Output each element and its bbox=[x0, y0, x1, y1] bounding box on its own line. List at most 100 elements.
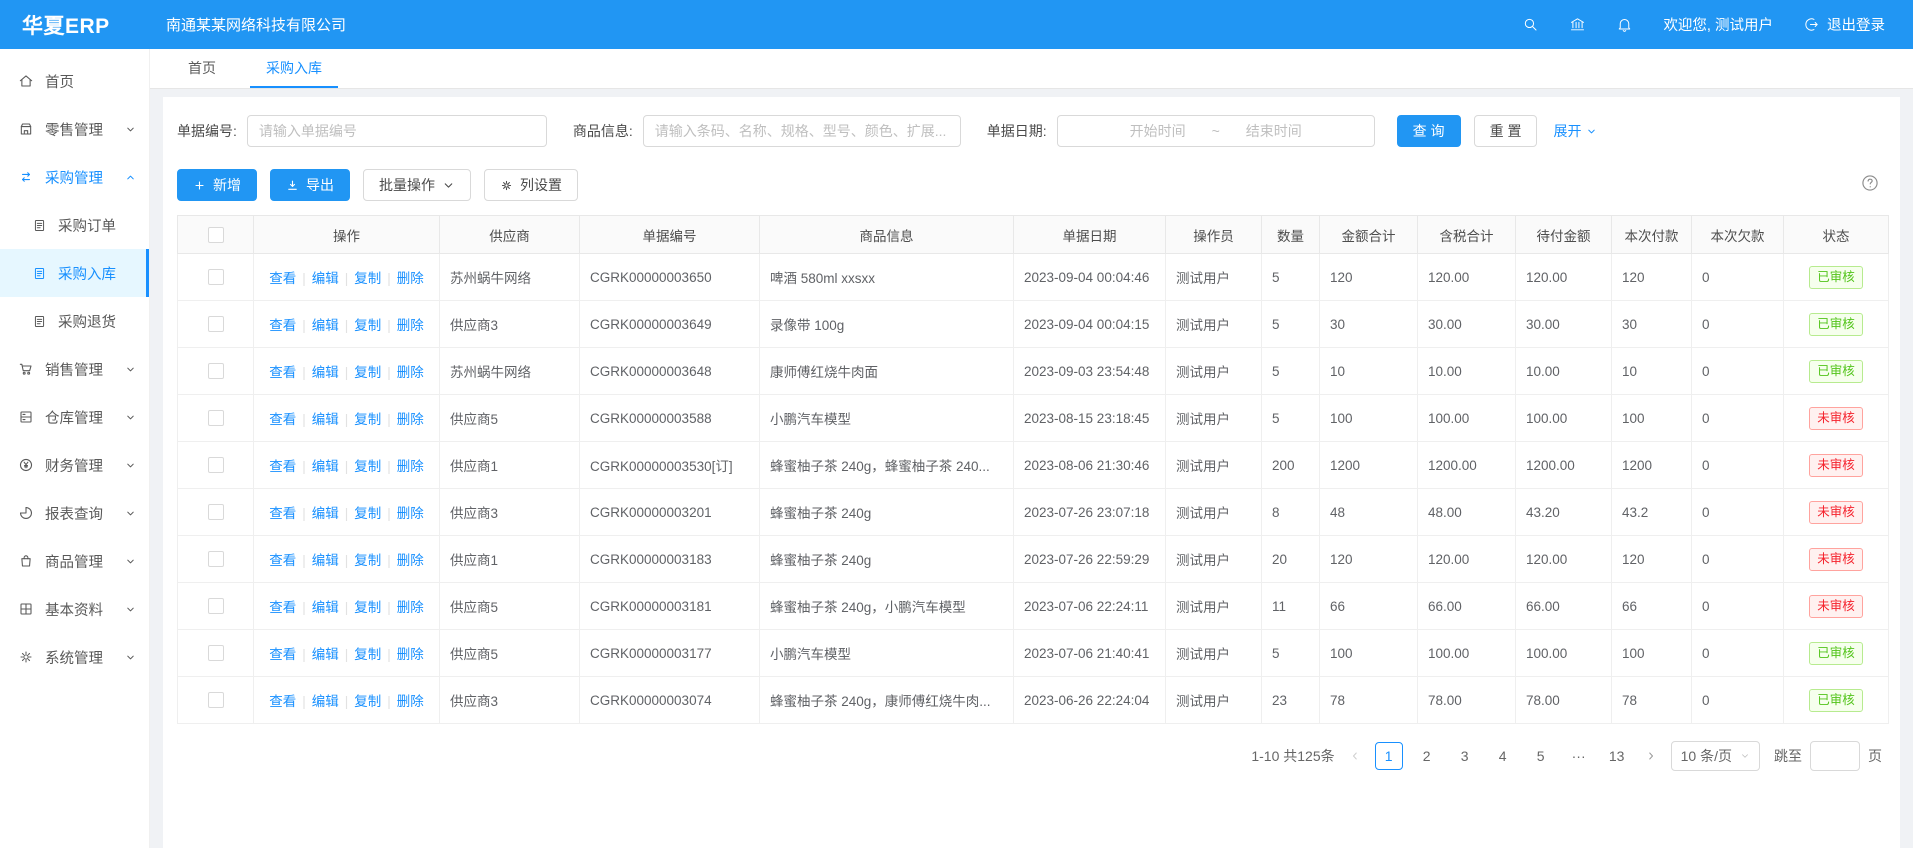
sidebar-item-retail[interactable]: 零售管理 bbox=[0, 105, 149, 153]
row-action-copy[interactable]: 复制 bbox=[354, 412, 381, 427]
bell-icon[interactable] bbox=[1616, 16, 1633, 33]
row-action-edit[interactable]: 编辑 bbox=[312, 459, 339, 474]
jump-page-input[interactable] bbox=[1810, 741, 1860, 771]
row-action-copy[interactable]: 复制 bbox=[354, 506, 381, 521]
page-number-2[interactable]: 2 bbox=[1413, 742, 1441, 770]
row-action-copy[interactable]: 复制 bbox=[354, 647, 381, 662]
page-ellipsis[interactable]: ··· bbox=[1565, 742, 1593, 770]
row-action-edit[interactable]: 编辑 bbox=[312, 694, 339, 709]
row-action-copy[interactable]: 复制 bbox=[354, 318, 381, 333]
row-action-view[interactable]: 查看 bbox=[269, 412, 296, 427]
table-row: 查看|编辑|复制|删除 供应商1 CGRK00000003530[订] 蜂蜜柚子… bbox=[178, 442, 1889, 489]
qty-cell: 11 bbox=[1262, 583, 1320, 630]
row-action-delete[interactable]: 删除 bbox=[397, 553, 424, 568]
row-action-view[interactable]: 查看 bbox=[269, 318, 296, 333]
row-action-view[interactable]: 查看 bbox=[269, 271, 296, 286]
row-action-view[interactable]: 查看 bbox=[269, 600, 296, 615]
row-action-delete[interactable]: 删除 bbox=[397, 318, 424, 333]
toolbar: 新增 导出 批量操作 列设置 bbox=[177, 169, 1886, 201]
row-action-delete[interactable]: 删除 bbox=[397, 271, 424, 286]
row-action-copy[interactable]: 复制 bbox=[354, 365, 381, 380]
row-action-edit[interactable]: 编辑 bbox=[312, 647, 339, 662]
sidebar-item-purchase-inbound[interactable]: 采购入库 bbox=[0, 249, 149, 297]
batch-actions-button[interactable]: 批量操作 bbox=[363, 169, 471, 201]
tab-purchase-inbound[interactable]: 采购入库 bbox=[250, 49, 338, 88]
row-checkbox[interactable] bbox=[208, 504, 224, 520]
sidebar-item-warehouse[interactable]: 仓库管理 bbox=[0, 393, 149, 441]
row-action-edit[interactable]: 编辑 bbox=[312, 271, 339, 286]
row-action-copy[interactable]: 复制 bbox=[354, 694, 381, 709]
page-number-1[interactable]: 1 bbox=[1375, 742, 1403, 770]
product-cell: 小鹏汽车模型 bbox=[760, 395, 1014, 442]
row-action-edit[interactable]: 编辑 bbox=[312, 412, 339, 427]
row-checkbox[interactable] bbox=[208, 551, 224, 567]
sidebar-item-purchase[interactable]: 采购管理 bbox=[0, 153, 149, 201]
next-page-button[interactable] bbox=[1645, 750, 1657, 762]
row-action-delete[interactable]: 删除 bbox=[397, 459, 424, 474]
page-number-5[interactable]: 5 bbox=[1527, 742, 1555, 770]
row-action-view[interactable]: 查看 bbox=[269, 647, 296, 662]
row-checkbox[interactable] bbox=[208, 410, 224, 426]
page-number-4[interactable]: 4 bbox=[1489, 742, 1517, 770]
row-action-delete[interactable]: 删除 bbox=[397, 365, 424, 380]
row-checkbox[interactable] bbox=[208, 692, 224, 708]
tab-home[interactable]: 首页 bbox=[172, 49, 232, 88]
row-action-edit[interactable]: 编辑 bbox=[312, 553, 339, 568]
row-action-edit[interactable]: 编辑 bbox=[312, 506, 339, 521]
row-action-copy[interactable]: 复制 bbox=[354, 271, 381, 286]
row-action-edit[interactable]: 编辑 bbox=[312, 365, 339, 380]
sidebar-item-purchase-return[interactable]: 采购退货 bbox=[0, 297, 149, 345]
row-checkbox[interactable] bbox=[208, 457, 224, 473]
page-number-13[interactable]: 13 bbox=[1603, 742, 1631, 770]
select-all-checkbox[interactable] bbox=[208, 227, 224, 243]
row-actions-cell: 查看|编辑|复制|删除 bbox=[254, 395, 440, 442]
sidebar-item-basic[interactable]: 基本资料 bbox=[0, 585, 149, 633]
row-checkbox[interactable] bbox=[208, 316, 224, 332]
bank-icon[interactable] bbox=[1569, 16, 1586, 33]
row-checkbox[interactable] bbox=[208, 269, 224, 285]
product-info-input[interactable] bbox=[643, 115, 961, 147]
row-action-view[interactable]: 查看 bbox=[269, 694, 296, 709]
row-action-copy[interactable]: 复制 bbox=[354, 600, 381, 615]
reset-button[interactable]: 重 置 bbox=[1474, 115, 1538, 147]
sidebar-item-home[interactable]: 首页 bbox=[0, 57, 149, 105]
logout-button[interactable]: 退出登录 bbox=[1803, 14, 1885, 35]
row-checkbox[interactable] bbox=[208, 363, 224, 379]
expand-link[interactable]: 展开 bbox=[1553, 121, 1597, 141]
sidebar-item-system[interactable]: 系统管理 bbox=[0, 633, 149, 681]
sidebar-item-purchase-order[interactable]: 采购订单 bbox=[0, 201, 149, 249]
row-action-copy[interactable]: 复制 bbox=[354, 459, 381, 474]
help-icon[interactable] bbox=[1860, 173, 1880, 193]
row-action-delete[interactable]: 删除 bbox=[397, 412, 424, 427]
row-action-view[interactable]: 查看 bbox=[269, 506, 296, 521]
sidebar-item-sales[interactable]: 销售管理 bbox=[0, 345, 149, 393]
sidebar-item-report[interactable]: 报表查询 bbox=[0, 489, 149, 537]
search-button[interactable]: 查 询 bbox=[1397, 115, 1461, 147]
prev-page-button[interactable] bbox=[1349, 750, 1361, 762]
product-cell: 康师傅红烧牛肉面 bbox=[760, 348, 1014, 395]
row-action-view[interactable]: 查看 bbox=[269, 553, 296, 568]
row-action-delete[interactable]: 删除 bbox=[397, 694, 424, 709]
row-action-edit[interactable]: 编辑 bbox=[312, 600, 339, 615]
row-action-view[interactable]: 查看 bbox=[269, 459, 296, 474]
row-checkbox[interactable] bbox=[208, 645, 224, 661]
page-number-3[interactable]: 3 bbox=[1451, 742, 1479, 770]
row-action-delete[interactable]: 删除 bbox=[397, 506, 424, 521]
search-icon[interactable] bbox=[1522, 16, 1539, 33]
row-action-copy[interactable]: 复制 bbox=[354, 553, 381, 568]
doc-no-input[interactable] bbox=[247, 115, 547, 147]
sidebar-item-product[interactable]: 商品管理 bbox=[0, 537, 149, 585]
doc-no-label: 单据编号: bbox=[177, 121, 237, 141]
add-button[interactable]: 新增 bbox=[177, 169, 257, 201]
row-action-delete[interactable]: 删除 bbox=[397, 647, 424, 662]
export-button[interactable]: 导出 bbox=[270, 169, 350, 201]
page-size-select[interactable]: 10 条/页 bbox=[1671, 741, 1760, 771]
column-settings-button[interactable]: 列设置 bbox=[484, 169, 578, 201]
row-checkbox[interactable] bbox=[208, 598, 224, 614]
date-range-picker[interactable]: 开始时间 ~ 结束时间 bbox=[1057, 115, 1375, 147]
sidebar-item-finance[interactable]: 财务管理 bbox=[0, 441, 149, 489]
row-action-delete[interactable]: 删除 bbox=[397, 600, 424, 615]
row-action-view[interactable]: 查看 bbox=[269, 365, 296, 380]
row-action-edit[interactable]: 编辑 bbox=[312, 318, 339, 333]
bag-icon bbox=[18, 553, 34, 569]
